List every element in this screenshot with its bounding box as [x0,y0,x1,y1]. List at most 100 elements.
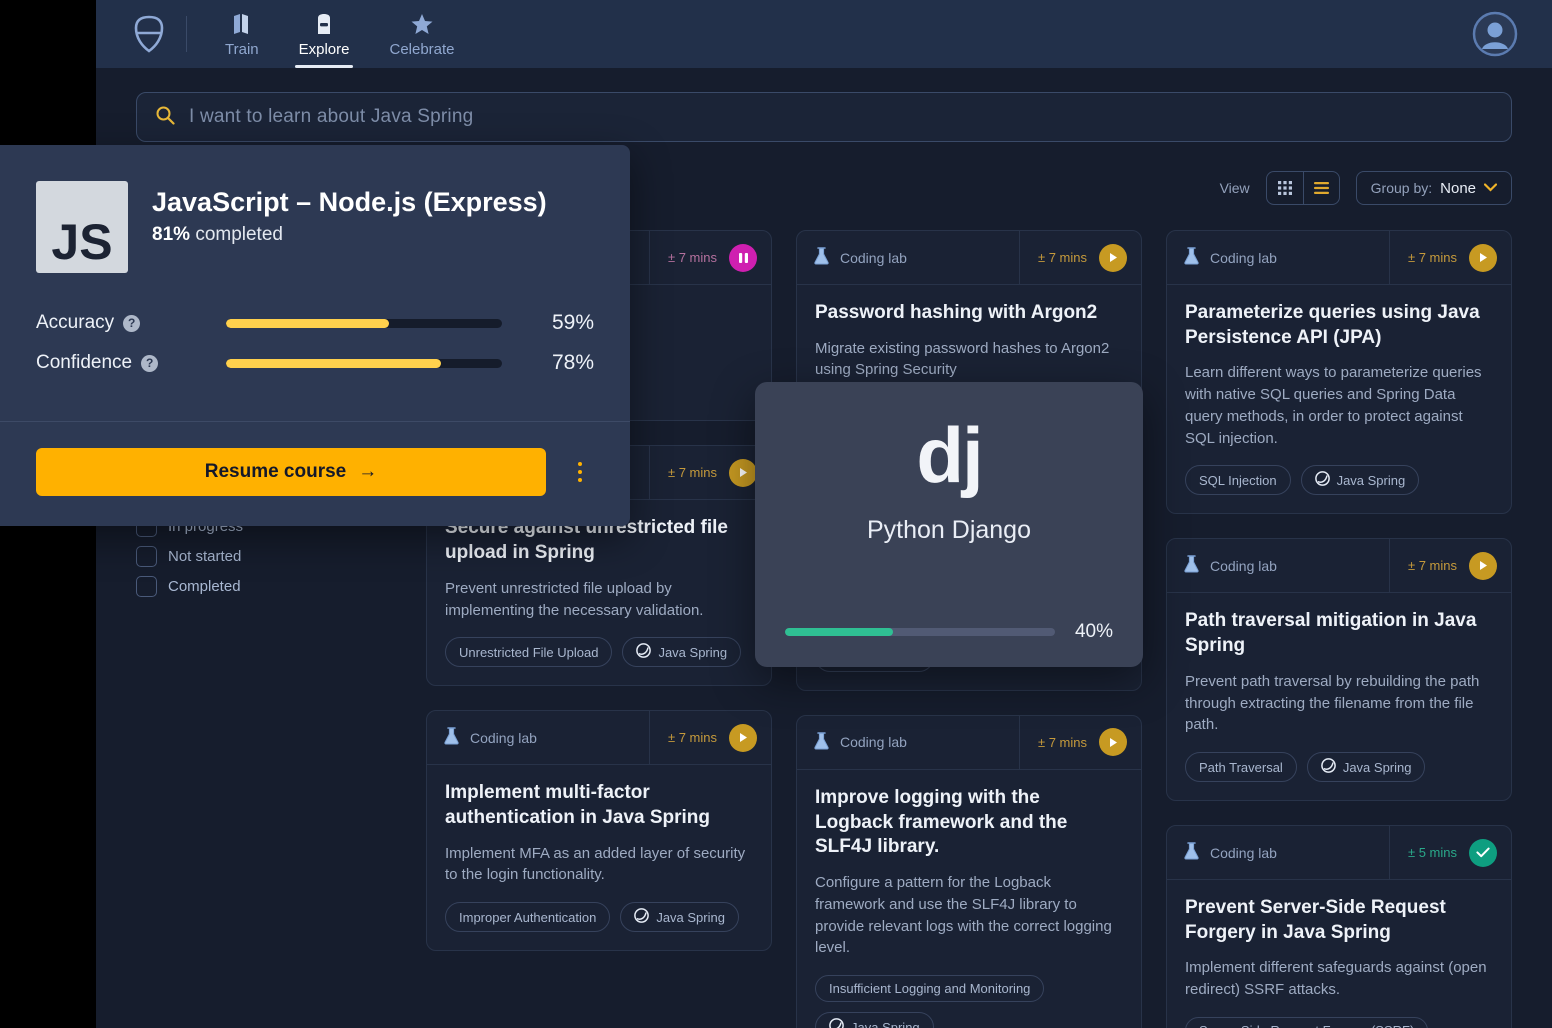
pause-icon[interactable] [729,243,757,272]
tag-label: Java Spring [1342,759,1412,775]
card-title: Implement multi-factor authentication in… [445,782,710,828]
card-duration: ± 5 mins [1407,845,1457,860]
flask-icon [1183,555,1200,576]
tag[interactable]: Unrestricted File Upload [445,637,613,668]
spring-icon [1320,758,1336,776]
nav-item-train[interactable]: Train [209,0,275,68]
backpack-icon [314,11,334,37]
django-progress-bar [785,628,1055,636]
checkbox[interactable] [136,546,157,567]
checkbox[interactable] [136,576,157,597]
check-icon[interactable] [1469,838,1497,867]
card-type: Coding lab [1167,247,1389,268]
card-duration: ± 7 mins [1407,250,1457,265]
grid-view-icon[interactable] [1267,172,1303,204]
tag[interactable]: Improper Authentication [445,902,611,933]
card-description: Learn different ways to parameterize que… [1185,364,1482,447]
javascript-logo-icon: JS [36,181,128,273]
activity-card[interactable]: Coding lab ± 7 mins Path traversal mitig… [1166,538,1512,801]
tag[interactable]: SQL Injection [1185,465,1291,496]
filter-status-completed[interactable]: Completed [136,576,398,597]
group-by-value: None [1440,179,1476,197]
card-header: Coding lab ± 7 mins [1167,539,1511,594]
left-black-strip-lower [0,545,96,1028]
accuracy-progress-bar [226,318,502,328]
card-tags: Path Traversal Java Spring [1185,752,1493,782]
course-progress-text: 81% completed [152,224,547,246]
search-input[interactable]: I want to learn about Java Spring [136,92,1512,142]
card-type-label: Coding lab [470,729,537,746]
list-view-icon[interactable] [1302,172,1339,204]
stat-label-text: Confidence [36,352,133,373]
tag-java-spring[interactable]: Java Spring [620,902,739,933]
card-description: Prevent path traversal by rebuilding the… [1185,672,1480,734]
star-icon [411,11,433,37]
play-icon[interactable] [1099,728,1127,757]
javascript-course-popover[interactable]: JS JavaScript – Node.js (Express) 81% co… [0,145,630,526]
tag-java-spring[interactable]: Java Spring [622,637,742,668]
top-navigation-bar: Train Explore Celebrate [96,0,1552,68]
user-avatar[interactable] [1472,11,1518,57]
course-stats: Accuracy ? 59% Confidence ? 78% [36,311,594,375]
resume-course-button[interactable]: Resume course → [36,448,546,496]
tag-java-spring[interactable]: Java Spring [815,1012,934,1028]
django-progress: 40% [785,621,1113,643]
tag[interactable]: Insufficient Logging and Monitoring [815,975,1045,1002]
stat-label: Accuracy ? [36,312,226,334]
card-tags: SQL Injection Java Spring [1185,465,1493,496]
card-duration: ± 7 mins [667,730,717,746]
card-duration: ± 7 mins [667,465,717,481]
nav-item-label: Train [225,41,259,58]
confidence-progress-bar [226,358,502,368]
activity-card[interactable]: Coding lab ± 5 mins Prevent Server-Side … [1166,825,1512,1028]
chevron-down-icon [1483,181,1498,195]
card-meta: ± 5 mins [1388,826,1511,879]
card-type-label: Coding lab [1210,557,1277,574]
tag-java-spring[interactable]: Java Spring [1306,752,1426,782]
card-type: Coding lab [1167,842,1389,863]
stat-label-text: Accuracy [36,312,115,333]
nav-item-explore[interactable]: Explore [283,0,366,68]
course-popover-top: JS JavaScript – Node.js (Express) 81% co… [0,145,630,421]
course-progress-suffix: completed [195,224,283,245]
nav-item-celebrate[interactable]: Celebrate [373,0,470,68]
play-icon[interactable] [729,723,757,752]
card-type-label: Coding lab [840,734,907,751]
activity-card[interactable]: Coding lab ± 7 mins Implement multi-fact… [426,710,772,952]
card-header: Coding lab ± 7 mins [1167,231,1511,285]
card-meta: ± 7 mins [648,711,771,765]
filter-status-not-started[interactable]: Not started [136,546,398,567]
help-icon[interactable]: ? [123,314,141,332]
card-header: Coding lab ± 7 mins [427,711,771,766]
tag[interactable]: Server Side Request Forgery (SSRF) [1185,1016,1429,1028]
nav-divider [186,16,187,52]
card-type-label: Coding lab [840,249,907,266]
tag[interactable]: Path Traversal [1185,752,1297,782]
play-icon[interactable] [1099,243,1127,272]
course-header: JS JavaScript – Node.js (Express) 81% co… [36,181,594,273]
kebab-menu-icon[interactable] [566,462,594,482]
card-title: Parameterize queries using Java Persiste… [1185,302,1480,348]
stat-accuracy: Accuracy ? 59% [36,311,594,335]
card-type: Coding lab [1167,555,1389,576]
stat-confidence: Confidence ? 78% [36,351,594,375]
play-icon[interactable] [729,458,757,487]
card-tags: Improper Authentication Java Spring [445,902,753,933]
stat-label: Confidence ? [36,352,226,374]
tag-java-spring[interactable]: Java Spring [1300,465,1420,496]
group-by-label: Group by: [1370,180,1433,196]
help-icon[interactable]: ? [141,354,159,372]
filter-label: Not started [168,548,242,565]
card-title: Password hashing with Argon2 [815,302,1098,323]
javascript-logo-text: JS [51,214,113,270]
activity-card[interactable]: Coding lab ± 7 mins Parameterize queries… [1166,230,1512,515]
shield-logo-icon[interactable] [130,12,168,56]
activity-card[interactable]: Coding lab ± 7 mins Improve logging with… [796,714,1142,1028]
play-icon[interactable] [1469,551,1497,580]
view-tools: View Group by: None [1220,171,1512,205]
group-by-dropdown[interactable]: Group by: None [1355,171,1512,205]
play-icon[interactable] [1469,243,1497,272]
django-course-card[interactable]: dj Python Django 40% [755,382,1143,667]
spring-icon [1314,471,1330,489]
course-progress-value: 81% [152,224,191,245]
